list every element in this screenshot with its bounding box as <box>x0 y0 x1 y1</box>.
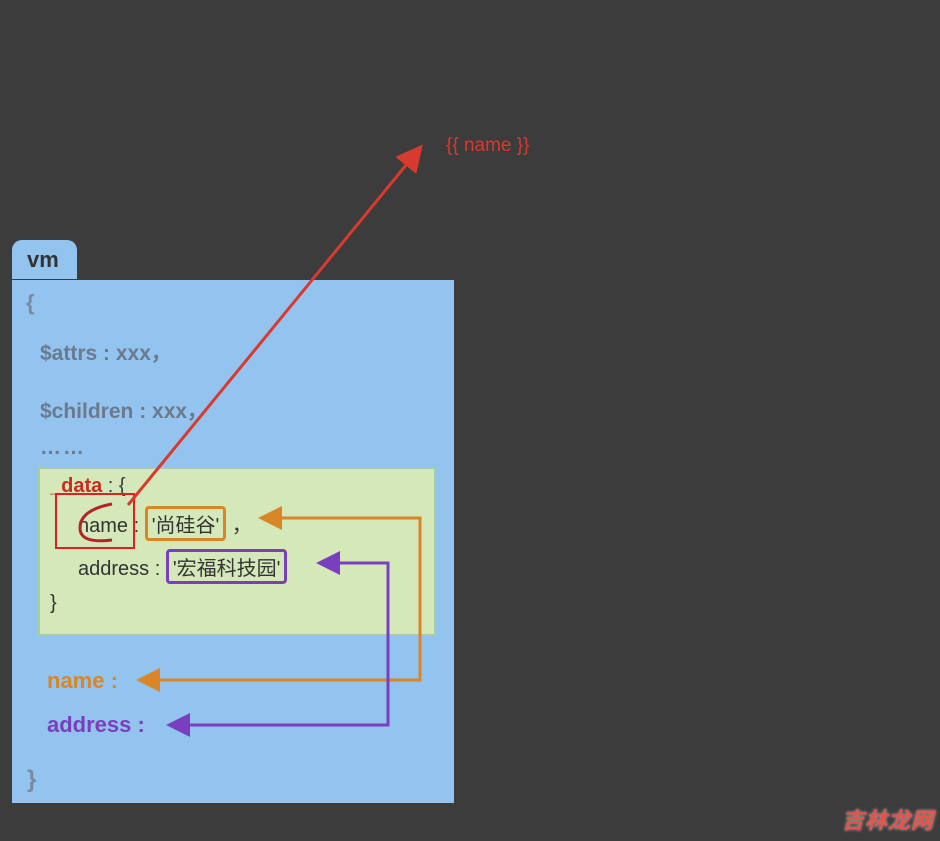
address-line: address : '宏福科技园' <box>78 549 424 584</box>
address-key: address : <box>78 558 160 580</box>
data-close-brace: } <box>50 592 424 615</box>
ellipsis: …… <box>40 436 440 460</box>
watermark-text: 吉林龙网 <box>842 803 934 835</box>
children-line: $children : xxx， <box>40 392 440 432</box>
attrs-line: $attrs : xxx， <box>40 334 440 374</box>
address-value-box: '宏福科技园' <box>166 549 288 584</box>
vm-tab-row: vm <box>12 240 77 279</box>
data-open: : { <box>102 475 125 497</box>
name-comma: ， <box>226 515 252 537</box>
data-key: _data <box>50 475 102 497</box>
vm-tab-label: vm <box>12 240 77 279</box>
close-brace: } <box>27 766 36 794</box>
data-block: _data : { name : '尚硅谷' ， address : '宏福科技… <box>38 467 436 636</box>
name-line: name : '尚硅谷' ， <box>78 506 424 541</box>
template-binding-text: {{ name }} <box>446 135 529 157</box>
name-value-box: '尚硅谷' <box>145 506 227 541</box>
proxy-address-label: address : <box>47 712 145 738</box>
proxy-name-label: name : <box>47 668 118 694</box>
open-brace: { <box>26 290 440 316</box>
name-key: name : <box>78 515 139 537</box>
